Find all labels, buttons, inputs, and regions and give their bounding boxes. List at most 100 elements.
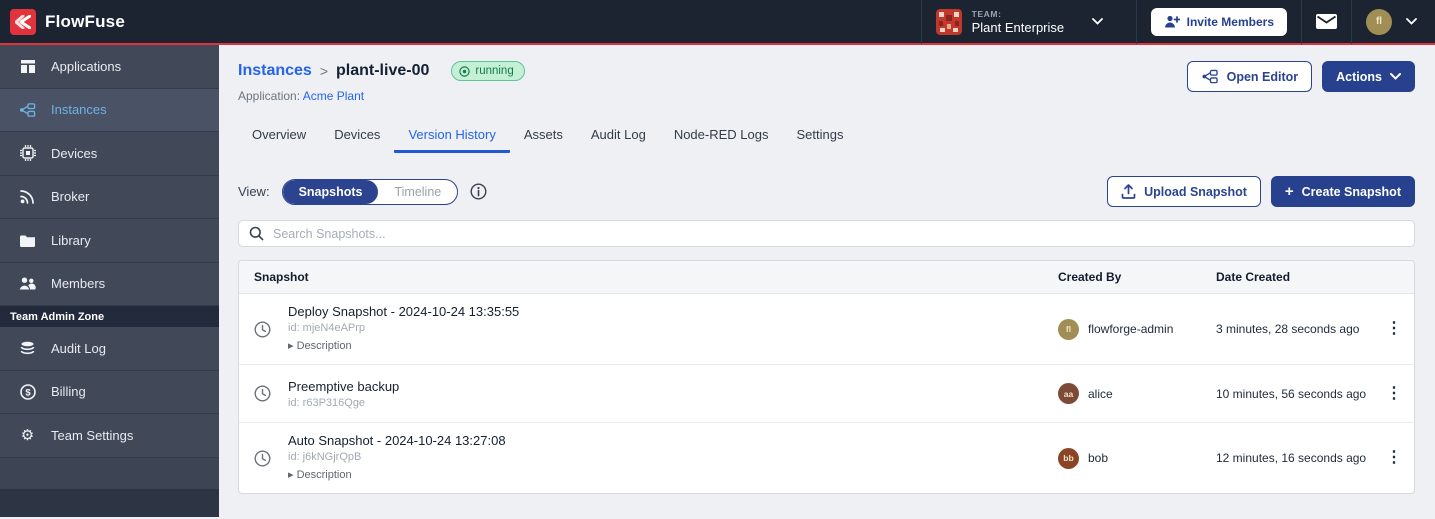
chevron-down-icon	[1390, 73, 1401, 80]
main-content: Instances > plant-live-00 running Applic…	[219, 45, 1435, 517]
tab-settings[interactable]: Settings	[782, 118, 857, 153]
sidebar-item-members[interactable]: Members	[0, 263, 219, 307]
view-option-timeline[interactable]: Timeline	[378, 180, 457, 204]
sidebar-filler	[0, 458, 219, 490]
sidebar-item-label: Members	[51, 276, 105, 291]
search-bar	[238, 220, 1415, 247]
instances-icon	[19, 102, 36, 118]
create-snapshot-button[interactable]: + Create Snapshot	[1271, 176, 1415, 207]
dollar-circle-icon: $	[19, 384, 36, 400]
upload-snapshot-label: Upload Snapshot	[1144, 185, 1247, 199]
search-icon	[249, 226, 264, 241]
date-created: 12 minutes, 16 seconds ago	[1216, 451, 1374, 465]
users-icon	[19, 277, 36, 290]
description-toggle[interactable]: Description	[288, 339, 352, 352]
sidebar-footer	[0, 489, 219, 517]
sidebar-item-broker[interactable]: Broker	[0, 176, 219, 220]
info-icon[interactable]	[470, 183, 487, 200]
snapshot-id: id: j6kNGjrQpB	[288, 451, 506, 463]
snapshot-id: id: r63P316Qge	[288, 397, 399, 409]
actions-label: Actions	[1336, 70, 1382, 84]
actions-button[interactable]: Actions	[1322, 61, 1415, 92]
team-name: Plant Enterprise	[972, 20, 1065, 35]
user-avatar: fl	[1366, 9, 1392, 35]
tab-devices[interactable]: Devices	[320, 118, 394, 153]
snapshot-title: Preemptive backup	[288, 379, 399, 394]
flowfuse-logo-icon	[10, 9, 36, 35]
user-plus-icon	[1164, 15, 1180, 28]
application-label: Application:	[238, 89, 300, 103]
breadcrumb-separator: >	[320, 63, 328, 79]
running-icon	[459, 66, 470, 77]
avatar: aa	[1058, 383, 1079, 404]
sidebar-item-devices[interactable]: Devices	[0, 132, 219, 176]
sidebar-item-team-settings[interactable]: ⚙ Team Settings	[0, 414, 219, 458]
chip-icon	[19, 145, 36, 161]
chevron-down-icon	[1092, 18, 1103, 25]
search-input[interactable]	[273, 227, 1404, 241]
sidebar-item-library[interactable]: Library	[0, 219, 219, 263]
sidebar-item-label: Broker	[51, 189, 89, 204]
sidebar-item-label: Team Settings	[51, 428, 133, 443]
user-menu[interactable]: fl	[1351, 0, 1435, 44]
table-row: Preemptive backup id: r63P316Qge aa alic…	[239, 365, 1414, 423]
tab-overview[interactable]: Overview	[238, 118, 320, 153]
sidebar-item-instances[interactable]: Instances	[0, 89, 219, 133]
invite-members-label: Invite Members	[1187, 15, 1274, 29]
created-by-name: alice	[1088, 387, 1113, 401]
clock-icon	[254, 321, 271, 338]
application-link[interactable]: Acme Plant	[303, 89, 364, 103]
folder-icon	[19, 234, 36, 247]
breadcrumb-instances-link[interactable]: Instances	[238, 62, 312, 80]
clock-icon	[254, 450, 271, 467]
envelope-icon	[1316, 14, 1337, 29]
upload-icon	[1121, 184, 1136, 199]
sidebar-item-applications[interactable]: Applications	[0, 45, 219, 89]
avatar: fl	[1058, 319, 1079, 340]
sidebar: Applications Instances Devices Broker Li…	[0, 45, 219, 517]
status-badge: running	[451, 61, 524, 81]
kebab-menu-icon[interactable]: ⋮	[1374, 321, 1414, 337]
sidebar-item-label: Applications	[51, 59, 121, 74]
snapshots-table: Snapshot Created By Date Created Deploy …	[238, 260, 1415, 494]
instance-tabs: Overview Devices Version History Assets …	[238, 118, 1415, 153]
tab-node-red-logs[interactable]: Node-RED Logs	[660, 118, 783, 153]
sidebar-item-label: Billing	[51, 384, 86, 399]
plus-icon: +	[1285, 187, 1294, 197]
description-toggle[interactable]: Description	[288, 468, 352, 481]
open-editor-button[interactable]: Open Editor	[1187, 61, 1313, 92]
brand-name: FlowFuse	[45, 12, 125, 32]
gear-icon: ⚙	[19, 428, 36, 443]
team-admin-zone-header: Team Admin Zone	[0, 306, 219, 327]
sidebar-item-audit-log[interactable]: Audit Log	[0, 327, 219, 371]
notifications-button[interactable]	[1301, 0, 1351, 44]
invite-members-button[interactable]: Invite Members	[1151, 8, 1287, 36]
created-by-name: bob	[1088, 451, 1108, 465]
view-label: View:	[238, 184, 270, 199]
top-navbar: FlowFuse TEAM: Plant Enterprise Invite M…	[0, 0, 1435, 45]
database-icon	[19, 341, 36, 356]
invite-members-section: Invite Members	[1136, 0, 1301, 44]
view-toggle: Snapshots Timeline	[282, 179, 459, 205]
status-label: running	[475, 65, 513, 77]
sidebar-item-billing[interactable]: $ Billing	[0, 371, 219, 415]
table-header: Snapshot Created By Date Created	[239, 261, 1414, 294]
sidebar-item-label: Library	[51, 233, 91, 248]
create-snapshot-label: Create Snapshot	[1302, 185, 1401, 199]
tab-audit-log[interactable]: Audit Log	[577, 118, 660, 153]
column-header-snapshot: Snapshot	[239, 261, 1058, 293]
tab-assets[interactable]: Assets	[510, 118, 577, 153]
column-header-created-by: Created By	[1058, 261, 1216, 293]
flowfuse-logo[interactable]: FlowFuse	[10, 9, 125, 35]
view-option-snapshots[interactable]: Snapshots	[283, 180, 379, 204]
sidebar-item-label: Audit Log	[51, 341, 106, 356]
team-selector[interactable]: TEAM: Plant Enterprise	[921, 0, 1136, 44]
upload-snapshot-button[interactable]: Upload Snapshot	[1107, 176, 1261, 207]
kebab-menu-icon[interactable]: ⋮	[1374, 450, 1414, 466]
open-editor-label: Open Editor	[1227, 70, 1299, 84]
clock-icon	[254, 385, 271, 402]
page-title: plant-live-00	[336, 62, 429, 80]
svg-text:$: $	[25, 387, 31, 398]
tab-version-history[interactable]: Version History	[394, 118, 509, 153]
kebab-menu-icon[interactable]: ⋮	[1374, 386, 1414, 402]
